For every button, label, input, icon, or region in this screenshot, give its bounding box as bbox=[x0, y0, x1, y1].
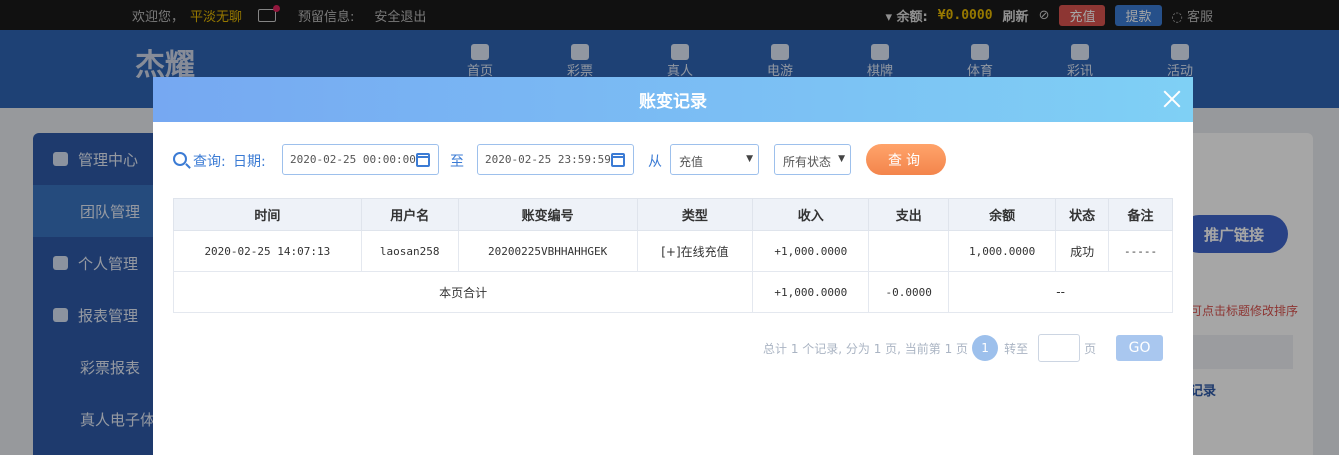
type-select[interactable]: 充值 ▼ bbox=[670, 144, 759, 175]
cell-remark: ----- bbox=[1108, 230, 1173, 272]
go-button[interactable]: GO bbox=[1116, 335, 1164, 361]
current-page-button[interactable]: 1 bbox=[972, 335, 999, 361]
col-time[interactable]: 时间 bbox=[173, 198, 362, 231]
summary-expense: -0.0000 bbox=[868, 271, 950, 313]
summary-rest: -- bbox=[948, 271, 1173, 313]
start-date-value: 2020-02-25 00:00:00 bbox=[290, 153, 416, 166]
col-expense[interactable]: 支出 bbox=[868, 198, 950, 231]
search-button[interactable]: 查询 bbox=[866, 144, 946, 175]
from-label: 从 bbox=[648, 154, 662, 170]
search-icon bbox=[173, 152, 187, 166]
summary-label: 本页合计 bbox=[172, 271, 754, 313]
table-row: 2020-02-25 14:07:13 laosan258 20200225VB… bbox=[173, 230, 1173, 272]
status-select[interactable]: 所有状态 ▼ bbox=[774, 144, 851, 175]
col-income[interactable]: 收入 bbox=[752, 198, 870, 231]
page-number-input[interactable] bbox=[1038, 334, 1081, 362]
col-order-no[interactable]: 账变编号 bbox=[457, 198, 638, 231]
start-date-input[interactable]: 2020-02-25 00:00:00 bbox=[282, 144, 439, 175]
date-label: 日期: bbox=[233, 154, 266, 170]
end-date-value: 2020-02-25 23:59:59 bbox=[485, 153, 611, 166]
chevron-down-icon: ▼ bbox=[838, 154, 845, 164]
calendar-icon[interactable] bbox=[416, 153, 430, 167]
col-type[interactable]: 类型 bbox=[636, 198, 754, 231]
cell-type: [+]在线充值 bbox=[636, 230, 754, 272]
to-label: 至 bbox=[450, 154, 464, 170]
cell-order-no: 20200225VBHHAHHGEK bbox=[457, 230, 638, 272]
summary-income: +1,000.0000 bbox=[752, 271, 870, 313]
transaction-table: 时间 用户名 账变编号 类型 收入 支出 余额 状态 备注 2020-02-25… bbox=[172, 198, 1173, 313]
end-date-input[interactable]: 2020-02-25 23:59:59 bbox=[477, 144, 634, 175]
table-header-row: 时间 用户名 账变编号 类型 收入 支出 余额 状态 备注 bbox=[173, 198, 1173, 231]
summary-row: 本页合计 +1,000.0000 -0.0000 -- bbox=[172, 271, 1173, 313]
cell-status: 成功 bbox=[1055, 230, 1110, 272]
chevron-down-icon: ▼ bbox=[746, 154, 753, 164]
type-select-value: 充值 bbox=[679, 155, 704, 169]
col-username[interactable]: 用户名 bbox=[360, 198, 459, 231]
col-remark[interactable]: 备注 bbox=[1108, 198, 1173, 231]
cell-username: laosan258 bbox=[360, 230, 459, 272]
query-label: 查询: bbox=[193, 154, 226, 170]
calendar-icon[interactable] bbox=[611, 153, 625, 167]
cell-balance: 1,000.0000 bbox=[948, 230, 1057, 272]
cell-time: 2020-02-25 14:07:13 bbox=[173, 230, 362, 272]
pagination: 总计 1 个记录, 分为 1 页, 当前第 1 页 1 转至 页 GO bbox=[763, 333, 1164, 363]
close-icon[interactable] bbox=[1161, 88, 1183, 110]
cell-income: +1,000.0000 bbox=[752, 230, 870, 272]
col-status[interactable]: 状态 bbox=[1055, 198, 1110, 231]
transaction-modal: 账变记录 查询: 日期: 2020-02-25 00:00:00 至 2020-… bbox=[153, 77, 1193, 455]
pagination-summary: 总计 1 个记录, 分为 1 页, 当前第 1 页 bbox=[763, 341, 969, 356]
status-select-value: 所有状态 bbox=[783, 155, 832, 169]
query-bar: 查询: 日期: 2020-02-25 00:00:00 至 2020-02-25… bbox=[173, 144, 1173, 176]
modal-title: 账变记录 bbox=[639, 92, 707, 112]
col-balance[interactable]: 余额 bbox=[948, 198, 1057, 231]
modal-header: 账变记录 bbox=[153, 77, 1193, 122]
cell-expense bbox=[868, 230, 950, 272]
goto-label: 转至 bbox=[1004, 341, 1029, 356]
page-unit-label: 页 bbox=[1084, 341, 1097, 356]
